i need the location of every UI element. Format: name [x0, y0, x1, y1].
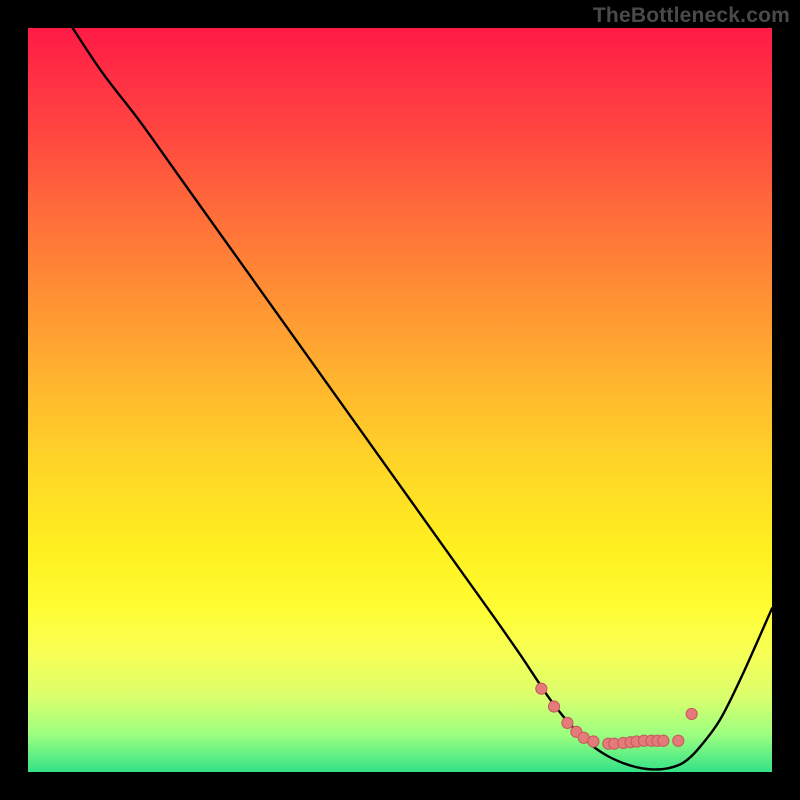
data-point [588, 736, 599, 747]
highlight-points [536, 683, 697, 749]
plot-area [28, 28, 772, 772]
data-point [658, 735, 669, 746]
data-point [673, 735, 684, 746]
data-point [536, 683, 547, 694]
watermark-text: TheBottleneck.com [593, 4, 790, 28]
data-point [548, 701, 559, 712]
bottleneck-curve-line [73, 28, 772, 769]
curve-svg [28, 28, 772, 772]
chart-frame: TheBottleneck.com [0, 0, 800, 800]
data-point [686, 708, 697, 719]
data-point [562, 717, 573, 728]
